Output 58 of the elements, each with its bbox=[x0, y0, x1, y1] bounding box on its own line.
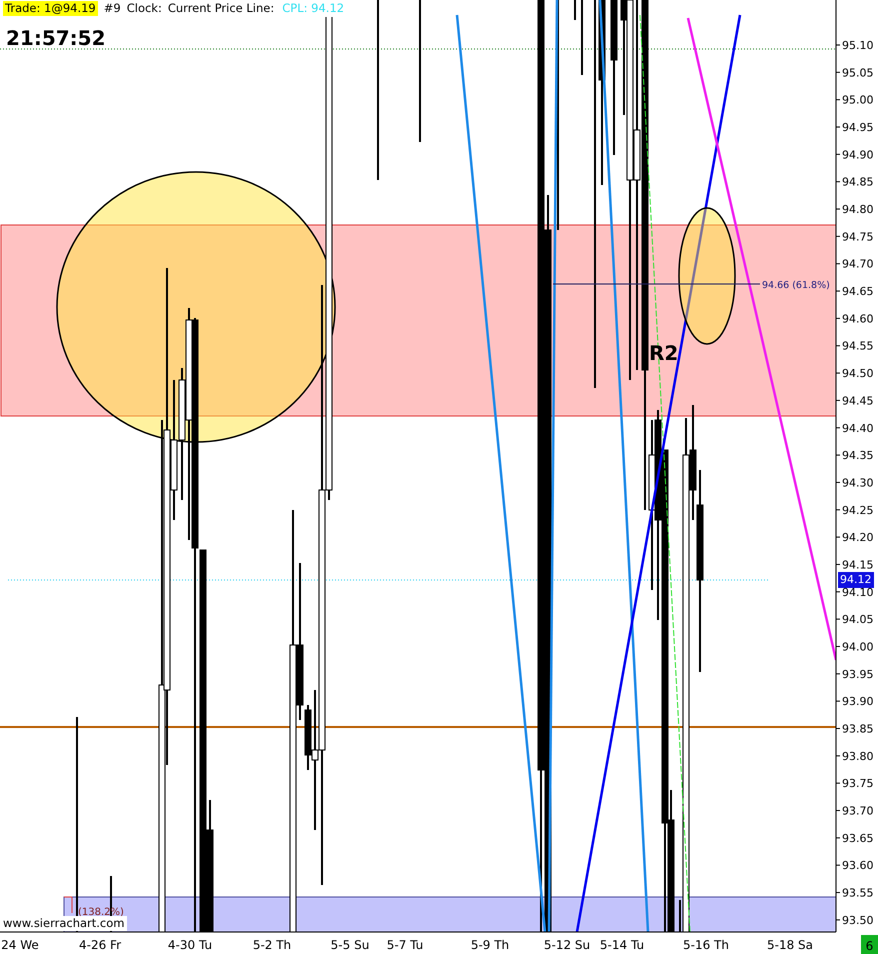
price-label: 94.25 bbox=[842, 504, 874, 517]
price-label: 93.70 bbox=[842, 804, 874, 818]
price-label: 93.65 bbox=[842, 832, 874, 845]
price-label: 94.10 bbox=[842, 586, 874, 599]
price-label: 94.95 bbox=[842, 121, 874, 134]
date-label: 5-12 Su bbox=[544, 938, 590, 952]
website-label: www.sierrachart.com bbox=[1, 916, 126, 931]
price-label: 94.20 bbox=[842, 531, 874, 544]
date-label: 24 We bbox=[1, 938, 39, 952]
price-label: 94.30 bbox=[842, 476, 874, 490]
trade-label: Trade: 1@94.19 bbox=[3, 1, 98, 16]
candlestick bbox=[574, 0, 576, 20]
price-label: 94.40 bbox=[842, 422, 874, 435]
date-label: 4-26 Fr bbox=[79, 938, 121, 952]
current-price-tag: 94.12 bbox=[838, 572, 874, 588]
price-label: 93.80 bbox=[842, 750, 874, 763]
price-label: 94.05 bbox=[842, 613, 874, 626]
price-label: 94.80 bbox=[842, 203, 874, 216]
price-label: 93.60 bbox=[842, 859, 874, 872]
corner-badge bbox=[861, 935, 878, 954]
price-label: 94.45 bbox=[842, 394, 874, 408]
fib-level-label: 94.66 (61.8%) bbox=[762, 280, 830, 291]
extension-bracket bbox=[64, 896, 72, 914]
price-label: 94.75 bbox=[842, 230, 874, 244]
price-label: 94.90 bbox=[842, 148, 874, 162]
date-label: 5-5 Su bbox=[330, 938, 370, 952]
corner-badge-text: 6 bbox=[866, 939, 874, 953]
date-label: 4-30 Tu bbox=[168, 938, 212, 952]
price-label: 94.00 bbox=[842, 640, 874, 654]
clock-time: 21:57:52 bbox=[6, 26, 106, 50]
cpl-value: CPL: 94.12 bbox=[282, 1, 344, 16]
price-label: 93.90 bbox=[842, 695, 874, 708]
price-label: 93.50 bbox=[842, 914, 874, 927]
price-line-label: Current Price Line: bbox=[168, 1, 274, 16]
price-label: 94.60 bbox=[842, 312, 874, 326]
date-label: 5-7 Tu bbox=[386, 938, 424, 952]
price-label: 93.75 bbox=[842, 777, 874, 790]
date-label: 5-16 Th bbox=[683, 938, 729, 952]
price-label: 95.05 bbox=[842, 66, 874, 80]
pivot-label: R2 bbox=[649, 341, 678, 365]
price-label: 93.95 bbox=[842, 668, 874, 681]
price-label: 95.00 bbox=[842, 94, 874, 107]
price-label: 94.85 bbox=[842, 176, 874, 189]
bar-number: #9 bbox=[104, 1, 121, 16]
price-label: 94.55 bbox=[842, 340, 874, 353]
price-label: 94.35 bbox=[842, 449, 874, 462]
price-label: 94.15 bbox=[842, 558, 874, 572]
date-label: 5-2 Th bbox=[252, 938, 292, 952]
clock-label: Clock: bbox=[126, 1, 162, 16]
price-label: 95.10 bbox=[842, 39, 874, 52]
date-label: 5-14 Tu bbox=[600, 938, 644, 952]
price-label: 93.85 bbox=[842, 722, 874, 736]
price-label: 94.65 bbox=[842, 285, 874, 298]
price-label: 94.50 bbox=[842, 367, 874, 380]
price-label: 93.55 bbox=[842, 886, 874, 900]
date-label: 5-18 Sa bbox=[766, 938, 814, 952]
price-label: 94.70 bbox=[842, 258, 874, 271]
date-label: 5-9 Th bbox=[470, 938, 510, 952]
